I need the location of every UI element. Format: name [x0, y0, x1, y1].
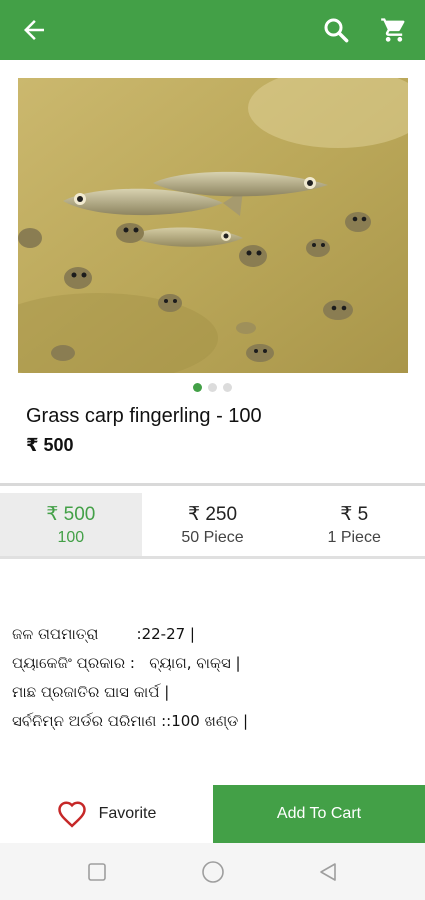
favorite-button[interactable]: Favorite — [0, 785, 213, 843]
heart-icon — [57, 801, 86, 828]
carousel-dot-active[interactable] — [193, 383, 202, 392]
variant-option-50-piece[interactable]: ₹ 250 50 Piece — [142, 493, 284, 556]
description-line: ମାଛ ପ୍ରଜାତିର ଘାସ କାର୍ପ | — [12, 683, 170, 701]
description-line: ସର୍ବନିମ୍ନ ଅର୍ଡର ପରିମାଣ ::100 ଖଣ୍ଡ | — [12, 712, 249, 730]
fish-photo — [18, 78, 408, 373]
product-description: ଜଳ ତାପମାତ୍ରା :22-27 | ପ୍ୟାକେଜିଂ ପ୍ରକାର :… — [12, 620, 248, 736]
variant-option-1-piece[interactable]: ₹ 5 1 Piece — [283, 493, 425, 556]
home-button[interactable] — [193, 843, 233, 900]
system-navigation-bar — [0, 843, 425, 900]
arrow-left-icon — [24, 20, 44, 40]
description-line: ପ୍ୟାକେଜିଂ ପ୍ରକାର : ବ୍ୟାଗ, ବାକ୍ସ | — [12, 654, 241, 672]
add-to-cart-label: Add To Cart — [276, 805, 362, 822]
variant-quantity: 50 Piece — [181, 528, 244, 546]
search-icon — [324, 18, 349, 43]
add-to-cart-button[interactable]: Add To Cart — [213, 785, 425, 843]
search-button[interactable] — [316, 0, 356, 60]
variant-price: ₹ 5 — [340, 503, 369, 525]
variant-price: ₹ 500 — [46, 503, 96, 525]
description-line: ଜଳ ତାପମାତ୍ରା :22-27 | — [12, 625, 195, 643]
variant-selector: ₹ 500 100 ₹ 250 50 Piece ₹ 5 1 Piece — [0, 493, 425, 559]
variant-price: ₹ 250 — [187, 503, 238, 525]
favorite-label: Favorite — [98, 805, 157, 822]
carousel-dot[interactable] — [223, 383, 232, 392]
system-back-button[interactable] — [308, 843, 348, 900]
carousel-indicator — [0, 383, 425, 392]
circle-icon — [202, 860, 224, 883]
variant-quantity: 1 Piece — [327, 528, 381, 546]
shopping-cart-icon — [381, 18, 405, 42]
variant-quantity: 100 — [57, 528, 85, 546]
app-bar — [0, 0, 425, 60]
carousel-dot[interactable] — [208, 383, 217, 392]
product-image[interactable] — [18, 78, 408, 373]
back-button[interactable] — [14, 0, 54, 60]
bottom-action-bar: Favorite Add To Cart — [0, 785, 425, 843]
triangle-back-icon — [320, 862, 336, 881]
product-price: ₹ 500 — [26, 435, 74, 455]
square-icon — [88, 862, 106, 881]
recents-button[interactable] — [77, 843, 117, 900]
product-title: Grass carp fingerling - 100 — [26, 405, 262, 427]
variant-option-100[interactable]: ₹ 500 100 — [0, 493, 142, 556]
divider — [0, 483, 425, 486]
cart-button[interactable] — [372, 0, 416, 60]
